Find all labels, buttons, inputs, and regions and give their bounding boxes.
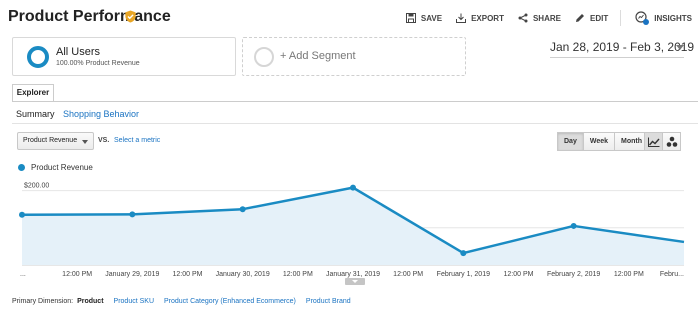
subtab-summary[interactable]: Summary bbox=[16, 109, 55, 119]
product-revenue-chart: $200.00$100.00...12:00 PMJanuary 29, 201… bbox=[19, 183, 685, 278]
data-point bbox=[350, 184, 356, 191]
y-tick-label: $200.00 bbox=[24, 183, 49, 190]
add-segment-button[interactable]: + Add Segment bbox=[242, 37, 466, 76]
data-point bbox=[19, 211, 25, 218]
segment-name: All Users bbox=[56, 46, 101, 58]
insights-button[interactable]: INSIGHTS bbox=[635, 11, 692, 25]
metric-dropdown[interactable]: Product Revenue bbox=[17, 132, 94, 150]
dimension-product-category[interactable]: Product Category (Enhanced Ecommerce) bbox=[164, 298, 296, 305]
share-button[interactable]: SHARE bbox=[518, 13, 561, 23]
segment-all-users[interactable]: All Users 100.00% Product Revenue bbox=[12, 37, 236, 76]
line-chart-button[interactable] bbox=[644, 132, 663, 151]
x-tick-label: January 29, 2019 bbox=[105, 271, 159, 278]
data-point bbox=[570, 222, 577, 229]
x-tick-label: February 1, 2019 bbox=[437, 271, 490, 278]
verified-badge-icon bbox=[125, 10, 136, 23]
line-chart-icon bbox=[647, 137, 660, 147]
data-point bbox=[460, 250, 467, 257]
insights-label: INSIGHTS bbox=[654, 13, 692, 23]
x-tick-label: 12:00 PM bbox=[173, 271, 203, 278]
report-header: Product Performance SAVE EXPORT SHARE ED… bbox=[0, 0, 700, 34]
date-range-picker[interactable]: Jan 28, 2019 - Feb 3, 2019 bbox=[550, 40, 694, 54]
x-tick-label: 12:00 PM bbox=[504, 271, 534, 278]
subtab-shopping-behavior[interactable]: Shopping Behavior bbox=[63, 109, 139, 119]
metric-dropdown-label: Product Revenue bbox=[23, 137, 78, 144]
period-day-button[interactable]: Day bbox=[557, 132, 584, 151]
header-divider bbox=[620, 10, 622, 26]
select-metric-link[interactable]: Select a metric bbox=[114, 137, 160, 144]
period-toggle-group: Day Week Month bbox=[557, 132, 650, 151]
caret-down-icon bbox=[82, 140, 88, 144]
insights-icon bbox=[635, 11, 650, 25]
primary-dimension-bar: Primary Dimension: Product Product SKU P… bbox=[12, 298, 361, 305]
x-tick-label: 12:00 PM bbox=[62, 271, 92, 278]
tab-explorer[interactable]: Explorer bbox=[12, 84, 54, 102]
segment-ring-icon bbox=[27, 46, 49, 68]
legend-dot bbox=[18, 164, 25, 171]
x-tick-label: February 2, 2019 bbox=[547, 271, 600, 278]
add-segment-label: + Add Segment bbox=[280, 50, 356, 62]
save-button[interactable]: SAVE bbox=[405, 13, 443, 23]
edit-button[interactable]: EDIT bbox=[575, 13, 608, 23]
dimension-product-sku[interactable]: Product SKU bbox=[114, 298, 154, 305]
add-segment-ring-icon bbox=[254, 47, 274, 67]
bubble-chart-icon bbox=[666, 136, 677, 147]
page-title: Product Performance bbox=[8, 8, 171, 25]
x-tick-label: 12:00 PM bbox=[283, 271, 313, 278]
chart-scroll-handle[interactable] bbox=[345, 278, 365, 285]
dimension-product-brand[interactable]: Product Brand bbox=[306, 298, 351, 305]
x-tick-label: January 31, 2019 bbox=[326, 271, 380, 278]
data-point bbox=[129, 211, 136, 218]
scroll-arrow-icon bbox=[352, 280, 358, 283]
period-week-button[interactable]: Week bbox=[582, 132, 616, 151]
save-label: SAVE bbox=[420, 13, 443, 23]
chart-legend: Product Revenue bbox=[18, 163, 93, 172]
primary-dimension-label: Primary Dimension: bbox=[12, 298, 74, 305]
save-icon bbox=[405, 13, 416, 23]
subtab-divider bbox=[12, 123, 698, 124]
motion-chart-button[interactable] bbox=[662, 132, 681, 151]
x-tick-label: Febru... bbox=[660, 271, 684, 278]
share-label: SHARE bbox=[532, 13, 561, 23]
date-range-underline bbox=[550, 57, 684, 58]
chart-type-toggle bbox=[644, 132, 681, 151]
tab-divider bbox=[12, 101, 698, 102]
header-actions: SAVE EXPORT SHARE EDIT INSIGHTS bbox=[392, 9, 692, 27]
legend-label: Product Revenue bbox=[31, 163, 93, 172]
export-button[interactable]: EXPORT bbox=[456, 13, 504, 23]
x-tick-label: 12:00 PM bbox=[614, 271, 644, 278]
export-icon bbox=[456, 13, 467, 23]
vs-label: VS. bbox=[98, 137, 110, 144]
dimension-product[interactable]: Product bbox=[77, 298, 103, 305]
share-icon bbox=[518, 13, 528, 23]
chevron-down-icon[interactable] bbox=[676, 45, 684, 50]
x-tick-label: January 30, 2019 bbox=[216, 271, 270, 278]
export-label: EXPORT bbox=[471, 13, 504, 23]
x-tick-label: 12:00 PM bbox=[393, 271, 423, 278]
edit-icon bbox=[575, 14, 584, 22]
segment-subtitle: 100.00% Product Revenue bbox=[56, 60, 140, 67]
edit-label: EDIT bbox=[589, 13, 609, 23]
x-tick-label: ... bbox=[20, 271, 26, 278]
data-point bbox=[239, 206, 246, 213]
